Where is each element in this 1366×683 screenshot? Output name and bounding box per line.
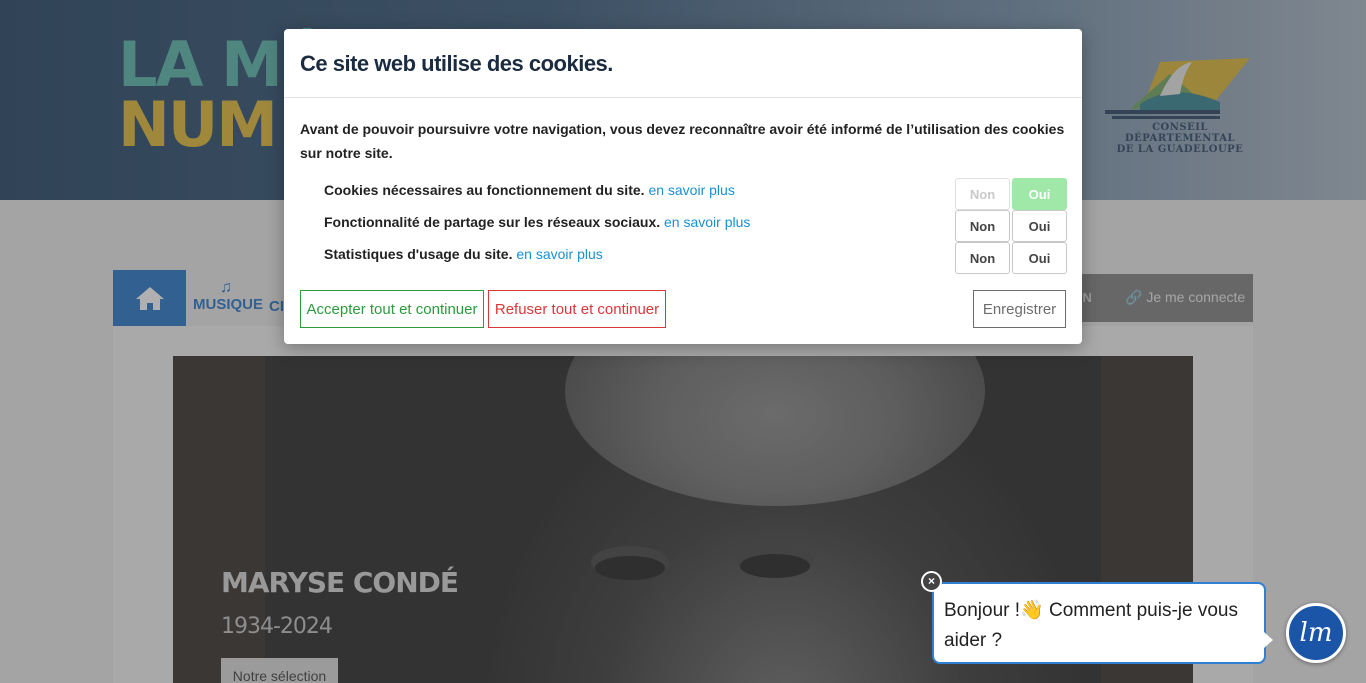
cookie-row-label: Cookies nécessaires au fonctionnement du… (324, 182, 645, 198)
cookie-row-label: Statistiques d'usage du site. (324, 246, 513, 262)
learn-more-link[interactable]: en savoir plus (664, 214, 750, 230)
toggle-non-button[interactable]: Non (955, 242, 1010, 274)
chat-launcher-button[interactable]: lm (1286, 603, 1346, 663)
chat-bubble-tail (1264, 632, 1273, 648)
cookie-row-necessary: Cookies nécessaires au fonctionnement du… (324, 182, 735, 198)
chat-greeting-bubble[interactable]: Bonjour !👋 Comment puis-je vous aider ? (932, 582, 1266, 664)
accept-all-button[interactable]: Accepter tout et continuer (300, 290, 484, 328)
toggle-non-button[interactable]: Non (955, 210, 1010, 242)
toggle-oui-button[interactable]: Oui (1012, 210, 1067, 242)
toggle-necessary: Non Oui (955, 178, 1067, 210)
toggle-social: Non Oui (955, 210, 1067, 242)
cookie-row-social: Fonctionnalité de partage sur les réseau… (324, 214, 750, 230)
toggle-oui-button[interactable]: Oui (1012, 242, 1067, 274)
toggle-oui-button: Oui (1012, 178, 1067, 210)
chat-close-icon[interactable]: × (921, 571, 942, 592)
refuse-all-button[interactable]: Refuser tout et continuer (488, 290, 666, 328)
cookie-row-stats: Statistiques d'usage du site. en savoir … (324, 246, 603, 262)
learn-more-link[interactable]: en savoir plus (648, 182, 734, 198)
toggle-stats: Non Oui (955, 242, 1067, 274)
modal-header: Ce site web utilise des cookies. (284, 29, 1082, 98)
toggle-non-button: Non (955, 178, 1010, 210)
modal-title: Ce site web utilise des cookies. (300, 51, 613, 76)
cookie-row-label: Fonctionnalité de partage sur les réseau… (324, 214, 661, 230)
modal-intro-text: Avant de pouvoir poursuivre votre naviga… (300, 121, 1065, 161)
save-button[interactable]: Enregistrer (973, 290, 1066, 328)
cookie-consent-modal: Ce site web utilise des cookies. Avant d… (284, 29, 1082, 344)
learn-more-link[interactable]: en savoir plus (516, 246, 602, 262)
